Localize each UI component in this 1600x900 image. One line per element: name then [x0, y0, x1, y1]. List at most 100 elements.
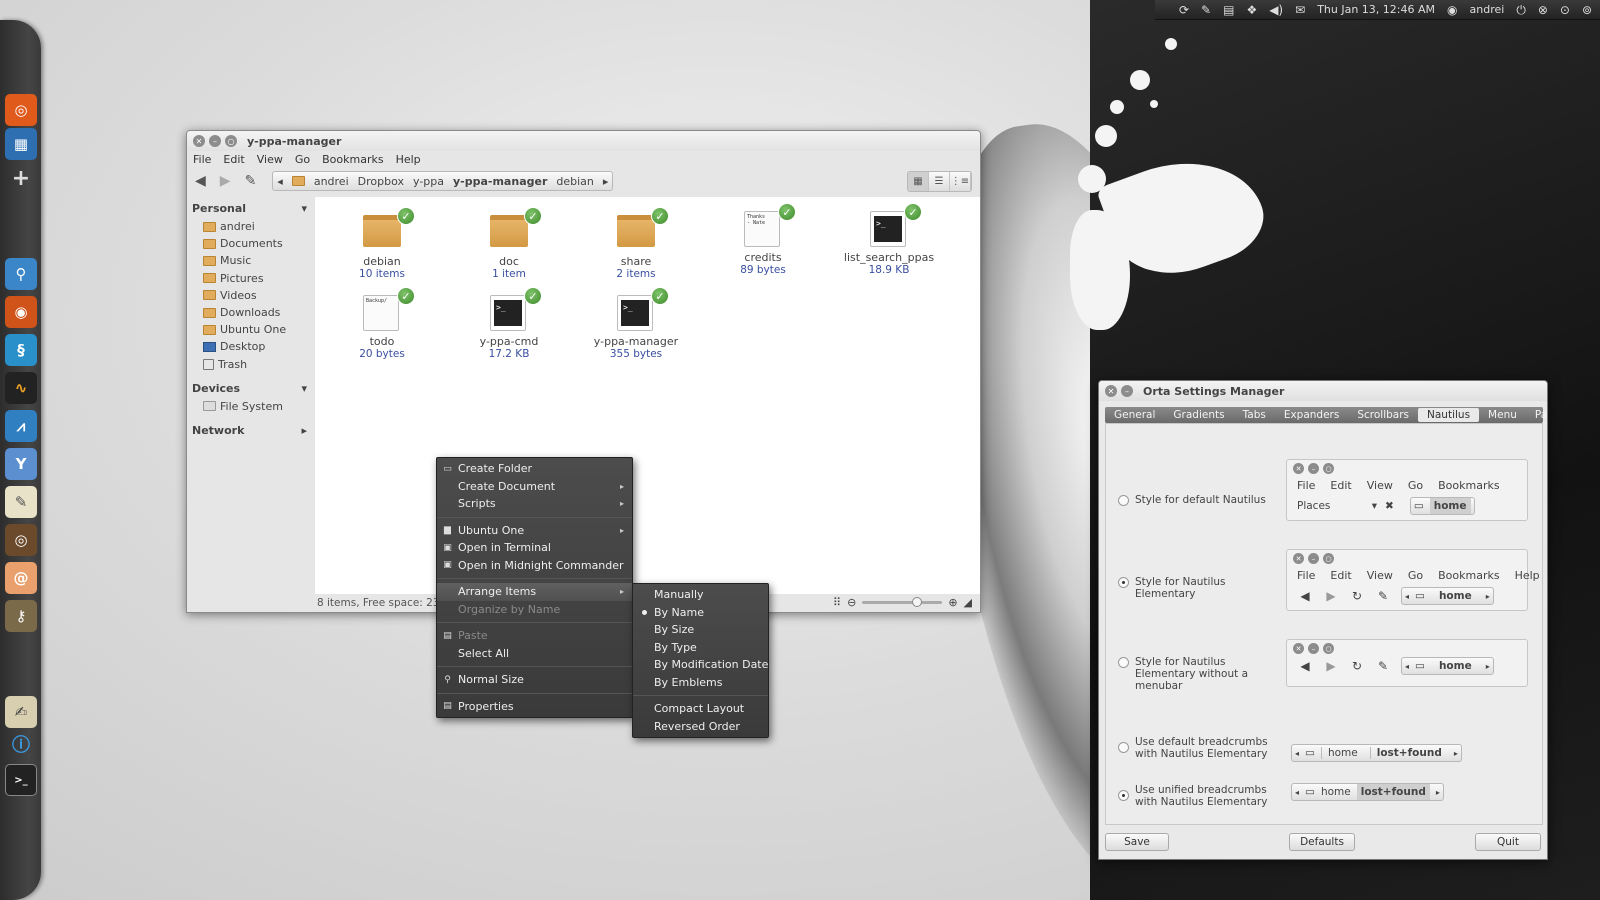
radio-button[interactable]	[1118, 657, 1129, 668]
icon-view-icon[interactable]: ▦	[908, 171, 929, 191]
sidebar-item-pictures[interactable]: Pictures	[187, 270, 315, 287]
system-monitor-icon[interactable]: ∿	[5, 372, 37, 404]
menu-item-select-all[interactable]: Select All	[437, 645, 632, 663]
menu-item-reversed-order[interactable]: Reversed Order	[633, 718, 768, 736]
menu-item-by-emblems[interactable]: By Emblems	[633, 674, 768, 692]
breadcrumb-andrei[interactable]: andrei	[314, 175, 349, 188]
shotwell-icon[interactable]: §	[5, 334, 37, 366]
option-default-breadcrumbs[interactable]: Use default breadcrumbs with Nautilus El…	[1118, 736, 1278, 760]
user-name[interactable]: andrei	[1470, 3, 1505, 16]
terminal-icon[interactable]: >_	[5, 764, 37, 796]
keys-icon[interactable]: ⚷	[5, 600, 37, 632]
file-item-doc[interactable]: ✓ doc 1 item	[446, 207, 572, 280]
add-icon[interactable]: +	[5, 162, 37, 194]
sidebar-item-andrei[interactable]: andrei	[187, 218, 315, 235]
tab-tabs[interactable]: Tabs	[1234, 407, 1275, 423]
sidebar-item-videos[interactable]: Videos	[187, 287, 315, 304]
info-icon[interactable]: ⓘ	[5, 728, 37, 760]
menu-edit[interactable]: Edit	[223, 153, 244, 166]
file-item-todo[interactable]: Backup/✓ todo 20 bytes	[319, 287, 445, 360]
save-button[interactable]: Save	[1105, 833, 1169, 851]
sidebar-item-ubuntu-one[interactable]: Ubuntu One	[187, 321, 315, 338]
forward-arrow-icon[interactable]: ▶	[220, 173, 231, 189]
chevron-left-icon[interactable]: ◂	[277, 175, 283, 188]
menu-view[interactable]: View	[257, 153, 283, 166]
speaker-icon[interactable]: ◎	[5, 524, 37, 556]
quit-button[interactable]: Quit	[1475, 833, 1541, 851]
tab-scrollbars[interactable]: Scrollbars	[1348, 407, 1418, 423]
tab-gradients[interactable]: Gradients	[1164, 407, 1233, 423]
tab-menu[interactable]: Menu	[1479, 407, 1526, 423]
close-icon[interactable]: ✕	[1105, 385, 1117, 397]
chat-icon[interactable]: ◉	[1447, 4, 1457, 16]
radio-button[interactable]	[1118, 790, 1129, 801]
resize-icon[interactable]: ⠿	[833, 596, 841, 609]
menu-item-by-size[interactable]: By Size	[633, 621, 768, 639]
menu-item-create-document[interactable]: Create Document ▸	[437, 478, 632, 496]
menu-item-compact-layout[interactable]: Compact Layout	[633, 700, 768, 718]
menu-item-manually[interactable]: Manually	[633, 586, 768, 604]
zoom-slider[interactable]	[862, 597, 943, 607]
maximize-icon[interactable]: ○	[225, 135, 237, 147]
menu-item-normal-size[interactable]: ⚲ Normal Size	[437, 671, 632, 689]
breadcrumb-dropbox[interactable]: Dropbox	[358, 175, 404, 188]
compact-view-icon[interactable]: ⋮≡	[950, 171, 971, 191]
volume-icon[interactable]: ◀)	[1269, 4, 1283, 16]
menu-item-scripts[interactable]: Scripts ▸	[437, 495, 632, 513]
edit-location-icon[interactable]: ✎	[245, 173, 257, 189]
menu-item-by-name[interactable]: By Name	[633, 604, 768, 622]
menu-item-properties[interactable]: ▤ Properties	[437, 698, 632, 716]
power-icon[interactable]: ⏻	[1516, 4, 1526, 16]
file-view[interactable]: ✓ debian 10 items ✓ doc 1 item ✓ share 2 items Th…	[315, 197, 980, 594]
menu-item-ubuntu-one[interactable]: ▆ Ubuntu One ▸	[437, 522, 632, 540]
menu-bookmarks[interactable]: Bookmarks	[322, 153, 383, 166]
ubuntu-icon[interactable]: ◎	[5, 94, 37, 126]
tab-expanders[interactable]: Expanders	[1275, 407, 1349, 423]
zoom-in-icon[interactable]: ⊕	[948, 596, 957, 609]
tab-nautilus[interactable]: Nautilus	[1418, 408, 1480, 422]
tab-panel[interactable]: Panel	[1526, 407, 1547, 423]
sidebar-header-network[interactable]: Network ▸	[187, 421, 315, 440]
menu-file[interactable]: File	[193, 153, 211, 166]
radio-button[interactable]	[1118, 742, 1129, 753]
sidebar-header-personal[interactable]: Personal ▾	[187, 199, 315, 218]
y-ppa-icon[interactable]: Y	[5, 448, 37, 480]
zoom-out-icon[interactable]: ⊖	[847, 596, 856, 609]
zoom-slider-knob[interactable]	[912, 597, 923, 607]
search-app-icon[interactable]: ⚲	[5, 258, 37, 290]
breadcrumb-y-ppa-manager[interactable]: y-ppa-manager	[453, 175, 547, 188]
snail-icon[interactable]: @	[5, 562, 37, 594]
file-item-debian[interactable]: ✓ debian 10 items	[319, 207, 445, 280]
menu-item-open-in-midnight-commander[interactable]: ▣ Open in Midnight Commander	[437, 557, 632, 575]
radio-button[interactable]	[1118, 577, 1129, 588]
sidebar-item-file-system[interactable]: File System	[187, 398, 315, 415]
dropbox-icon[interactable]: ❖	[1246, 4, 1257, 16]
minimize-icon[interactable]: –	[1121, 385, 1133, 397]
option-nautilus-elementary[interactable]: Style for Nautilus Elementary	[1118, 576, 1278, 600]
sidebar-item-downloads[interactable]: Downloads	[187, 304, 315, 321]
menu-item-create-folder[interactable]: ▭ Create Folder	[437, 460, 632, 478]
chevron-right-icon[interactable]: ▸	[603, 175, 609, 188]
menu-item-by-modification-date[interactable]: By Modification Date	[633, 656, 768, 674]
clock[interactable]: Thu Jan 13, 12:46 AM	[1317, 3, 1435, 16]
breadcrumb-debian[interactable]: debian	[556, 175, 594, 188]
menu-item-arrange-items[interactable]: Arrange Items ▸	[437, 583, 632, 601]
file-item-list-search-ppas[interactable]: >_ ✓ list_search_ppas 18.9 KB	[826, 203, 952, 276]
list-view-icon[interactable]: ☰	[929, 171, 950, 191]
sidebar-header-devices[interactable]: Devices ▾	[187, 379, 315, 398]
menu-help[interactable]: Help	[396, 153, 421, 166]
file-item-credits[interactable]: Thanks - Nate ✓ credits 89 bytes	[700, 203, 826, 276]
maximize-circle-icon[interactable]: ⊚	[1582, 4, 1592, 16]
clipboard-icon[interactable]: ▤	[1223, 4, 1234, 16]
back-arrow-icon[interactable]: ◀	[195, 173, 206, 189]
pen-icon[interactable]: ✎	[1201, 4, 1211, 16]
tab-general[interactable]: General	[1105, 407, 1164, 423]
notes-icon[interactable]: ✍	[5, 696, 37, 728]
minimize-circle-icon[interactable]: ⊙	[1560, 4, 1570, 16]
file-item-share[interactable]: ✓ share 2 items	[573, 207, 699, 280]
sidebar-item-documents[interactable]: Documents	[187, 235, 315, 252]
mail-icon[interactable]: ✉	[1295, 4, 1305, 16]
firefox-icon[interactable]: ◉	[5, 296, 37, 328]
grip-icon[interactable]: ◢	[964, 596, 972, 609]
menu-go[interactable]: Go	[295, 153, 310, 166]
